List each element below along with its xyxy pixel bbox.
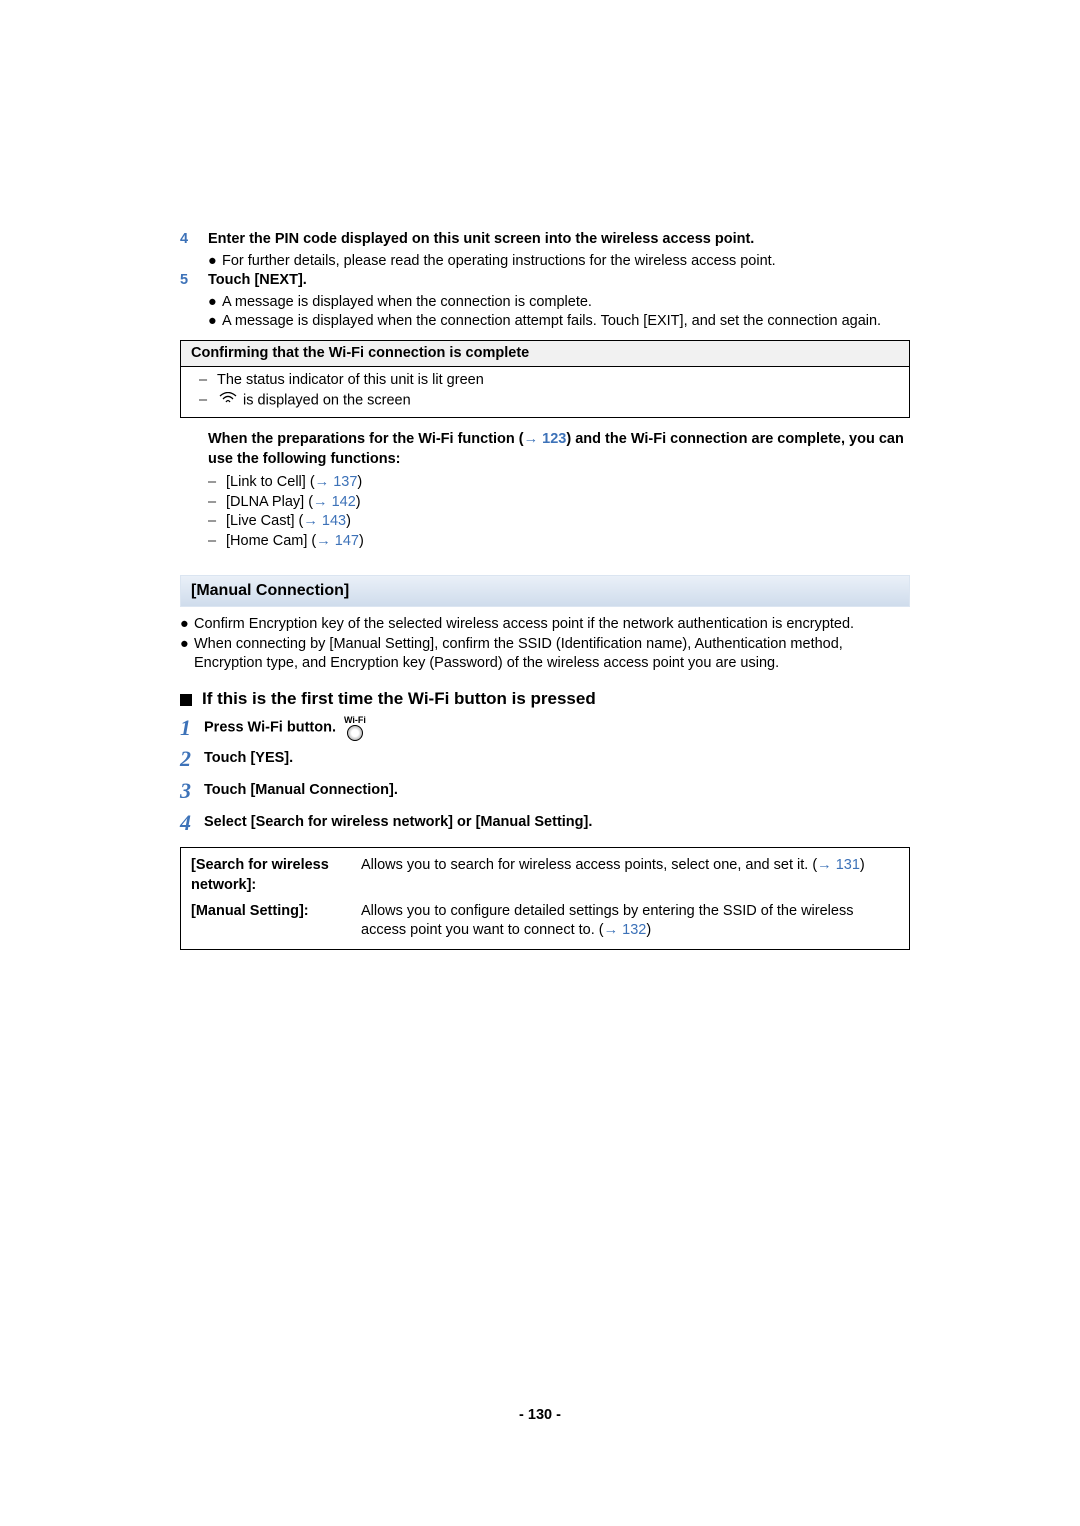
- function-text: [Link to Cell] (→ 137): [226, 473, 362, 493]
- function-item: – [Home Cam] (→ 147): [208, 532, 910, 552]
- page-link[interactable]: → 147: [316, 533, 359, 549]
- heading-text: If this is the first time the Wi-Fi butt…: [202, 688, 596, 711]
- bullet-item: ● For further details, please read the o…: [208, 252, 910, 272]
- prep-intro: When the preparations for the Wi-Fi func…: [208, 430, 910, 469]
- options-box: [Search for wireless network]: Allows yo…: [180, 847, 910, 949]
- document-page: 4 Enter the PIN code displayed on this u…: [0, 0, 1080, 1526]
- bullet-text: A message is displayed when the connecti…: [222, 293, 592, 313]
- function-text: [Live Cast] (→ 143): [226, 512, 351, 532]
- page-link[interactable]: → 131: [817, 857, 860, 873]
- bullet-item: ● Confirm Encryption key of the selected…: [180, 615, 910, 635]
- dash-icon: –: [208, 512, 226, 532]
- box-heading: Confirming that the Wi-Fi connection is …: [181, 341, 909, 368]
- dash-item: – The status indicator of this unit is l…: [199, 371, 899, 391]
- option-desc: Allows you to configure detailed setting…: [361, 902, 899, 941]
- subsection-heading: If this is the first time the Wi-Fi butt…: [180, 688, 910, 711]
- step-5: 5 Touch [NEXT].: [180, 271, 910, 291]
- bullet-icon: ●: [208, 312, 222, 332]
- bullet-icon: ●: [180, 615, 194, 635]
- big-step-4: 4 Select [Search for wireless network] o…: [180, 808, 910, 838]
- step-number: 5: [180, 271, 208, 291]
- option-desc: Allows you to search for wireless access…: [361, 856, 899, 895]
- dash-text: The status indicator of this unit is lit…: [217, 371, 484, 391]
- dash-text: is displayed on the screen: [217, 391, 411, 411]
- page-link[interactable]: → 142: [313, 494, 356, 510]
- dash-item: – is displayed on the screen: [199, 391, 899, 411]
- step-text: Press Wi-Fi button. Wi-Fi: [204, 714, 366, 741]
- step-text: Enter the PIN code displayed on this uni…: [208, 230, 754, 250]
- option-label: [Manual Setting]:: [191, 902, 361, 941]
- big-step-2: 2 Touch [YES].: [180, 744, 910, 774]
- dash-icon: –: [208, 473, 226, 493]
- dash-icon: –: [199, 371, 217, 391]
- dash-icon: –: [208, 493, 226, 513]
- big-step-3: 3 Touch [Manual Connection].: [180, 776, 910, 806]
- dash-icon: –: [208, 532, 226, 552]
- page-link[interactable]: → 123: [524, 431, 567, 447]
- box-body: – The status indicator of this unit is l…: [181, 367, 909, 417]
- option-label: [Search for wireless network]:: [191, 856, 361, 895]
- bullet-item: ● A message is displayed when the connec…: [208, 293, 910, 313]
- function-item: – [Live Cast] (→ 143): [208, 512, 910, 532]
- step-number: 3: [180, 776, 204, 806]
- bullet-item: ● A message is displayed when the connec…: [208, 312, 910, 332]
- step-text: Touch [Manual Connection].: [204, 781, 398, 801]
- step-number: 4: [180, 808, 204, 838]
- bullet-icon: ●: [208, 293, 222, 313]
- wifi-button-icon: Wi-Fi: [344, 714, 366, 741]
- bullet-text: Confirm Encryption key of the selected w…: [194, 615, 854, 635]
- bullet-text: When connecting by [Manual Setting], con…: [194, 635, 910, 674]
- bullet-icon: ●: [208, 252, 222, 272]
- confirm-box: Confirming that the Wi-Fi connection is …: [180, 340, 910, 418]
- function-text: [DLNA Play] (→ 142): [226, 493, 361, 513]
- step-text: Select [Search for wireless network] or …: [204, 813, 592, 833]
- page-link[interactable]: → 137: [315, 474, 358, 490]
- prep-text: When the preparations for the Wi-Fi func…: [208, 431, 524, 447]
- step-text: Touch [NEXT].: [208, 271, 307, 291]
- page-link[interactable]: → 132: [604, 922, 647, 938]
- step-4: 4 Enter the PIN code displayed on this u…: [180, 230, 910, 250]
- option-search: [Search for wireless network]: Allows yo…: [191, 856, 899, 895]
- square-icon: [180, 694, 192, 706]
- function-text: [Home Cam] (→ 147): [226, 532, 364, 552]
- option-manual: [Manual Setting]: Allows you to configur…: [191, 902, 899, 941]
- circle-icon: [347, 725, 363, 741]
- section-heading: [Manual Connection]: [180, 575, 910, 607]
- step-text: Touch [YES].: [204, 749, 293, 769]
- step-number: 4: [180, 230, 208, 250]
- wifi-signal-icon: [219, 391, 237, 411]
- step-number: 2: [180, 744, 204, 774]
- bullet-text: For further details, please read the ope…: [222, 252, 776, 272]
- bullet-icon: ●: [180, 635, 194, 674]
- function-item: – [Link to Cell] (→ 137): [208, 473, 910, 493]
- step-number: 1: [180, 713, 204, 743]
- big-step-1: 1 Press Wi-Fi button. Wi-Fi: [180, 713, 910, 743]
- page-link[interactable]: → 143: [303, 513, 346, 529]
- dash-icon: –: [199, 391, 217, 411]
- page-number: - 130 -: [0, 1406, 1080, 1426]
- function-item: – [DLNA Play] (→ 142): [208, 493, 910, 513]
- bullet-item: ● When connecting by [Manual Setting], c…: [180, 635, 910, 674]
- bullet-text: A message is displayed when the connecti…: [222, 312, 881, 332]
- dash-text-tail: is displayed on the screen: [243, 393, 411, 409]
